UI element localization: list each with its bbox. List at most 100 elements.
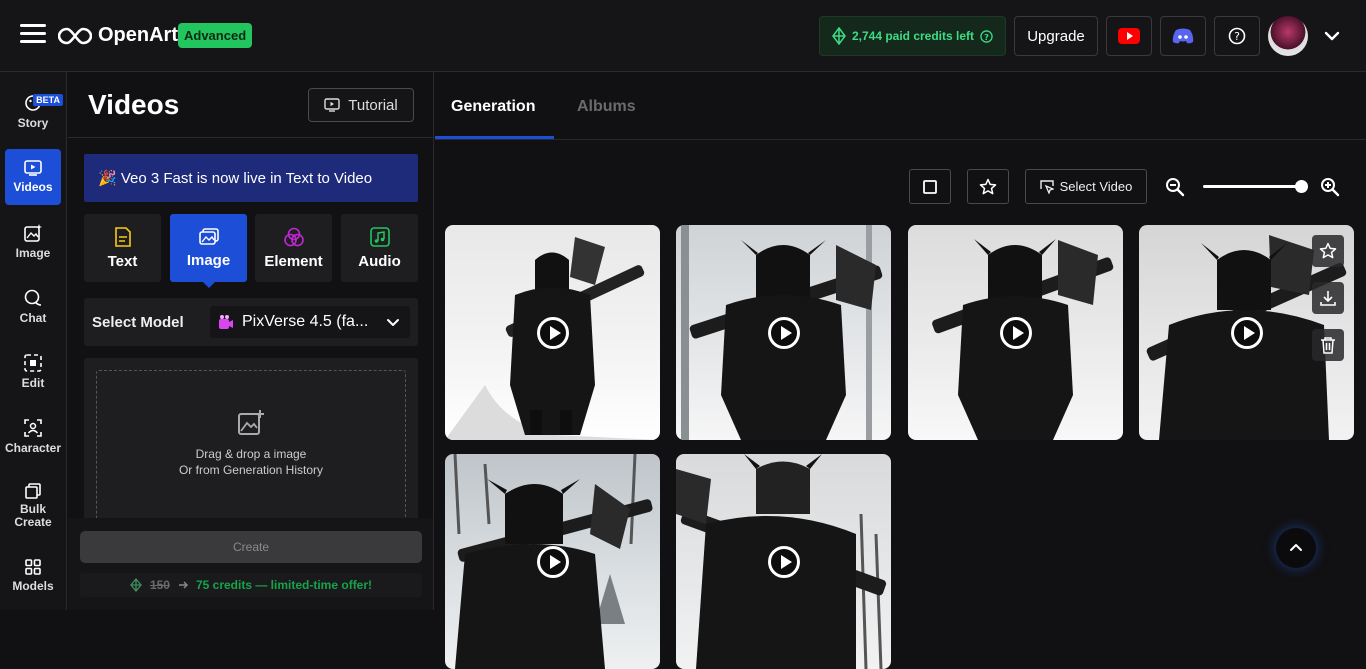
favorite-button[interactable] [1312, 235, 1344, 267]
rail-item-chat[interactable]: Chat [5, 279, 61, 335]
infinity-logo-icon [58, 27, 92, 44]
discord-icon [1172, 28, 1194, 44]
select-video-label: Select Video [1059, 179, 1133, 194]
upgrade-button[interactable]: Upgrade [1014, 16, 1098, 56]
plan-badge: Advanced [178, 23, 253, 48]
tutorial-button[interactable]: Tutorial [308, 88, 414, 122]
mode-text[interactable]: Text [84, 214, 161, 282]
play-icon [536, 316, 569, 349]
rail-label: Bulk Create [14, 502, 52, 529]
zoom-slider-track[interactable] [1203, 185, 1303, 188]
rail-label: Edit [21, 376, 45, 390]
chat-icon [24, 289, 42, 306]
discord-button[interactable] [1160, 16, 1206, 56]
rail-item-edit[interactable]: Edit [5, 344, 61, 400]
menu-icon[interactable] [20, 24, 46, 46]
beta-badge: BETA [33, 94, 63, 106]
video-thumbnail-6[interactable] [676, 454, 891, 669]
offer-new-price: 75 credits — limited-time offer! [195, 578, 373, 592]
monitor-play-icon [324, 98, 340, 112]
download-icon [1320, 291, 1336, 306]
mode-audio[interactable]: Audio [341, 214, 418, 282]
edit-icon [24, 354, 42, 372]
chevron-down-icon [387, 319, 399, 326]
question-circle-icon: ? [1228, 27, 1246, 45]
offer-old-price: 150 [149, 578, 170, 592]
character-icon [24, 419, 42, 437]
brand-logo[interactable]: OpenArt [58, 24, 178, 47]
rail-label: Story [17, 116, 49, 130]
favorites-filter-button[interactable] [967, 169, 1009, 204]
announcement-banner[interactable]: 🎉 Veo 3 Fast is now live in Text to Vide… [84, 154, 418, 202]
zoom-in-icon[interactable] [1320, 177, 1340, 197]
model-dropdown[interactable]: PixVerse 4.5 (fa... [210, 306, 410, 338]
tab-albums[interactable]: Albums [577, 98, 636, 116]
trash-icon [1321, 337, 1335, 354]
svg-text:?: ? [984, 31, 989, 41]
rail-item-image[interactable]: Image [5, 214, 61, 270]
help-circle-icon: ? [980, 29, 993, 43]
star-icon [1319, 242, 1337, 259]
rail-item-models[interactable]: Models [5, 548, 61, 604]
model-value: PixVerse 4.5 (fa... [242, 313, 369, 330]
select-all-checkbox[interactable] [909, 169, 951, 204]
video-thumbnail-5[interactable] [445, 454, 660, 669]
drop-line-2: Or from Generation History [178, 463, 324, 477]
play-icon [999, 316, 1032, 349]
delete-button[interactable] [1312, 329, 1344, 361]
video-thumbnail-2[interactable] [676, 225, 891, 440]
create-footer: Create 150 75 credits — limited-time off… [68, 518, 433, 610]
rail-label: Models [12, 579, 54, 593]
video-thumbnail-1[interactable] [445, 225, 660, 440]
mode-label: Text [107, 252, 138, 270]
credits-text: 2,744 paid credits left [851, 29, 975, 43]
rail-label: Character [4, 441, 62, 455]
gem-icon [130, 578, 142, 592]
bulk-icon [25, 483, 41, 499]
mode-label: Element [264, 252, 323, 270]
rail-item-bulk-create[interactable]: Bulk Create [5, 476, 61, 536]
video-thumbnail-3[interactable] [908, 225, 1123, 440]
mode-label: Image [186, 251, 231, 269]
rail-item-videos[interactable]: Videos [5, 149, 61, 205]
zoom-out-icon[interactable] [1165, 177, 1185, 197]
rail-label: Chat [19, 311, 47, 325]
download-button[interactable] [1312, 282, 1344, 314]
rail-label: Videos [13, 180, 53, 194]
tab-generation[interactable]: Generation [451, 98, 535, 116]
mode-image[interactable]: Image [170, 214, 247, 288]
music-icon [369, 226, 390, 247]
divider [68, 137, 433, 138]
credits-indicator[interactable]: 2,744 paid credits left ? [819, 16, 1006, 56]
top-bar: OpenArt Advanced 2,744 paid credits left… [0, 0, 1366, 72]
chevron-down-icon[interactable] [1322, 26, 1342, 46]
select-video-button[interactable]: Select Video [1025, 169, 1147, 204]
select-cursor-icon [1039, 179, 1054, 194]
pixverse-icon [219, 315, 233, 329]
youtube-icon [1118, 28, 1140, 44]
tutorial-label: Tutorial [348, 96, 398, 114]
video-icon [24, 160, 42, 176]
drop-line-1: Drag & drop a image [195, 447, 307, 461]
add-image-icon [238, 410, 264, 435]
star-icon [979, 178, 997, 194]
grid-icon [25, 559, 41, 575]
rail-item-character[interactable]: Character [5, 409, 61, 465]
square-icon [923, 179, 937, 194]
create-button[interactable]: Create [80, 531, 422, 563]
left-rail: BETA Story Videos Image Chat Edit Charac… [0, 72, 67, 610]
youtube-button[interactable] [1106, 16, 1152, 56]
image-sparkle-icon [24, 224, 42, 242]
arrow-right-icon [178, 581, 188, 589]
divider [435, 139, 1366, 140]
mode-element[interactable]: Element [255, 214, 332, 282]
rail-item-story[interactable]: BETA Story [5, 84, 63, 140]
video-settings-panel: Videos Tutorial 🎉 Veo 3 Fast is now live… [68, 72, 434, 610]
avatar[interactable] [1268, 16, 1308, 56]
help-button[interactable]: ? [1214, 16, 1260, 56]
generation-main: Generation Albums Select Video [435, 72, 1366, 669]
video-thumbnail-4[interactable] [1139, 225, 1354, 440]
zoom-slider-thumb[interactable] [1295, 180, 1308, 193]
scroll-to-top-button[interactable] [1276, 528, 1316, 568]
rail-label: Image [15, 246, 51, 260]
